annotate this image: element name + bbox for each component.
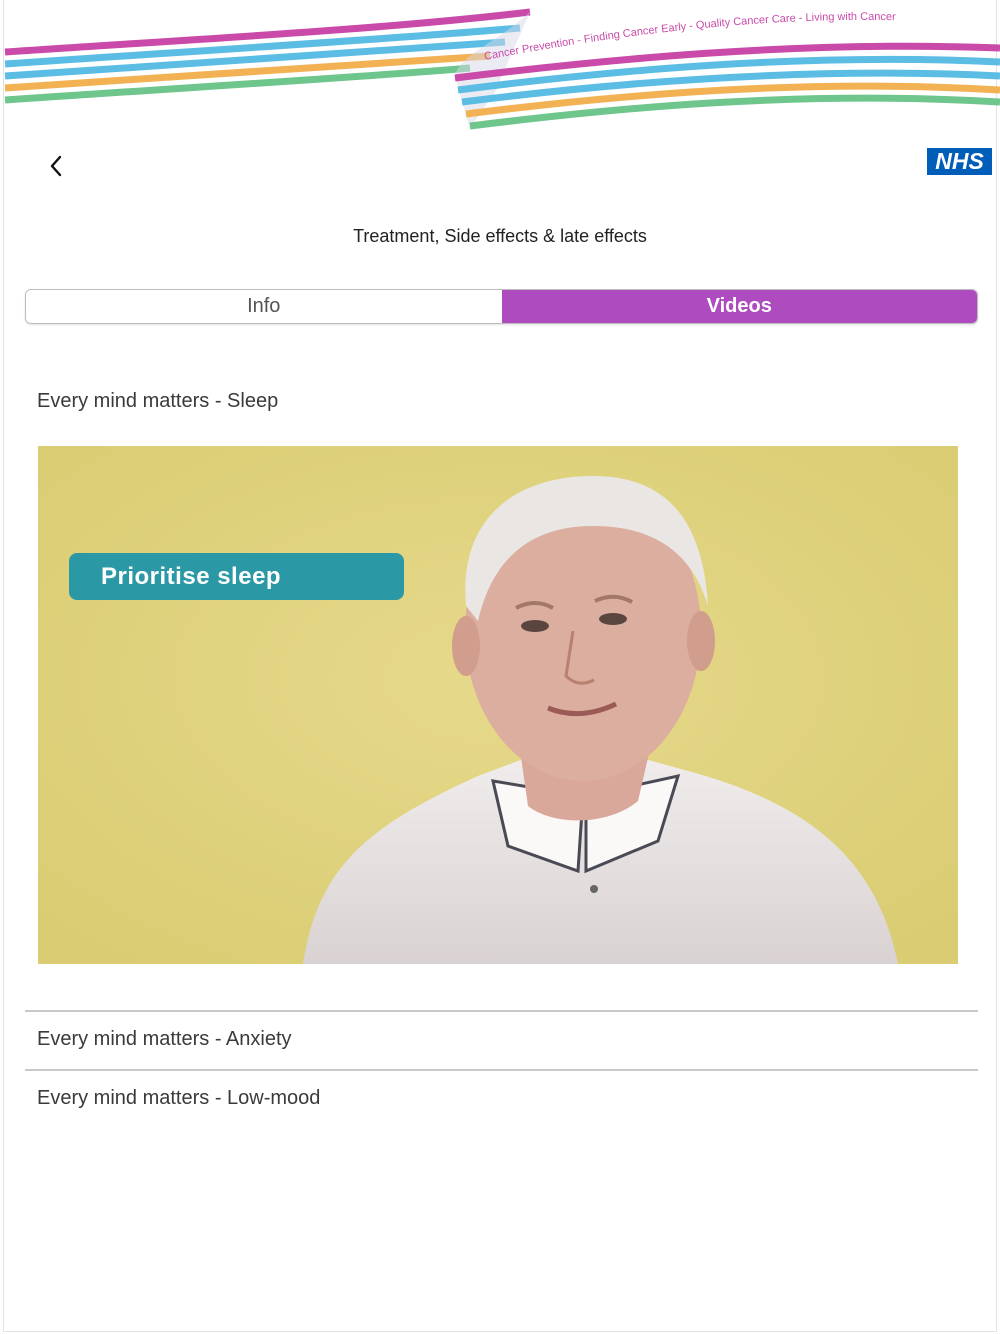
nhs-logo: NHS bbox=[927, 148, 992, 175]
video-title-low-mood[interactable]: Every mind matters - Low-mood bbox=[37, 1087, 320, 1110]
video-title-sleep[interactable]: Every mind matters - Sleep bbox=[37, 390, 278, 413]
list-divider bbox=[25, 1069, 978, 1071]
video-caption: Prioritise sleep bbox=[69, 553, 404, 600]
video-player[interactable]: Prioritise sleep bbox=[38, 446, 958, 964]
video-title-anxiety[interactable]: Every mind matters - Anxiety bbox=[37, 1028, 292, 1051]
tab-info[interactable]: Info bbox=[26, 290, 502, 323]
page-title: Treatment, Side effects & late effects bbox=[353, 226, 647, 246]
header-banner: Cancer Prevention - Finding Cancer Early… bbox=[0, 0, 1000, 140]
tab-bar: Info Videos bbox=[25, 289, 978, 324]
tab-videos[interactable]: Videos bbox=[501, 290, 977, 323]
list-divider bbox=[25, 1010, 978, 1012]
back-button[interactable] bbox=[40, 150, 72, 186]
video-thumbnail bbox=[38, 446, 958, 964]
chevron-left-icon bbox=[49, 155, 63, 182]
